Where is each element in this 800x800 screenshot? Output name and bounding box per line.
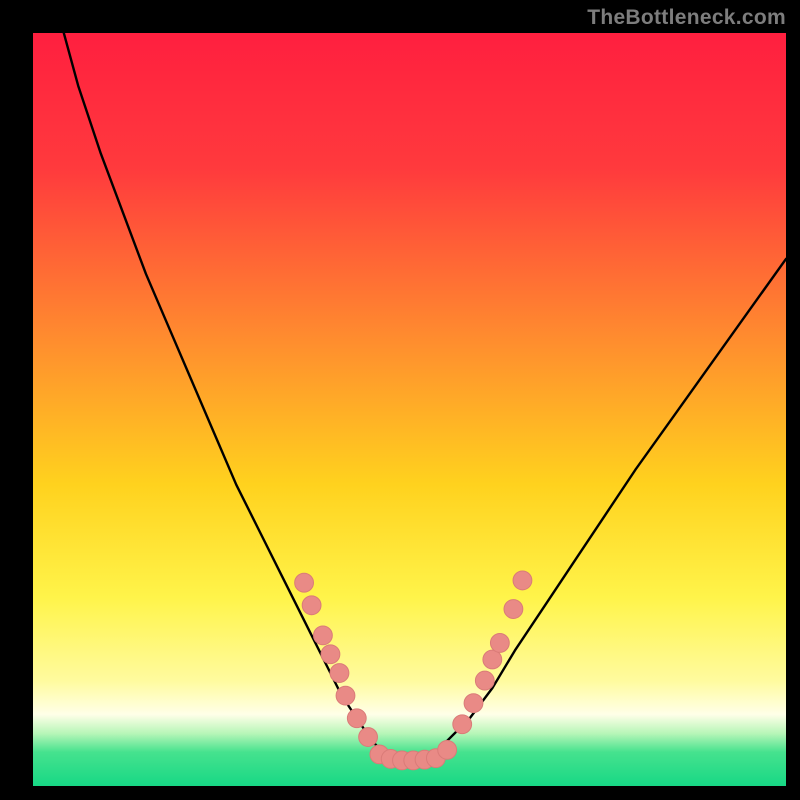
curve-marker: [347, 709, 366, 728]
curve-marker: [453, 715, 472, 734]
curve-marker: [359, 728, 378, 747]
gradient-background: [33, 33, 786, 786]
curve-marker: [336, 686, 355, 705]
curve-marker: [438, 740, 457, 759]
curve-marker: [475, 671, 494, 690]
curve-marker: [504, 600, 523, 619]
curve-marker: [513, 571, 532, 590]
curve-marker: [464, 694, 483, 713]
bottleneck-chart: [33, 33, 786, 786]
watermark-text: TheBottleneck.com: [587, 6, 786, 30]
chart-stage: TheBottleneck.com: [0, 0, 800, 800]
curve-marker: [330, 664, 349, 683]
curve-marker: [321, 645, 340, 664]
curve-marker: [314, 626, 333, 645]
curve-marker: [302, 596, 321, 615]
curve-marker: [483, 650, 502, 669]
curve-marker: [295, 573, 314, 592]
curve-marker: [490, 634, 509, 653]
